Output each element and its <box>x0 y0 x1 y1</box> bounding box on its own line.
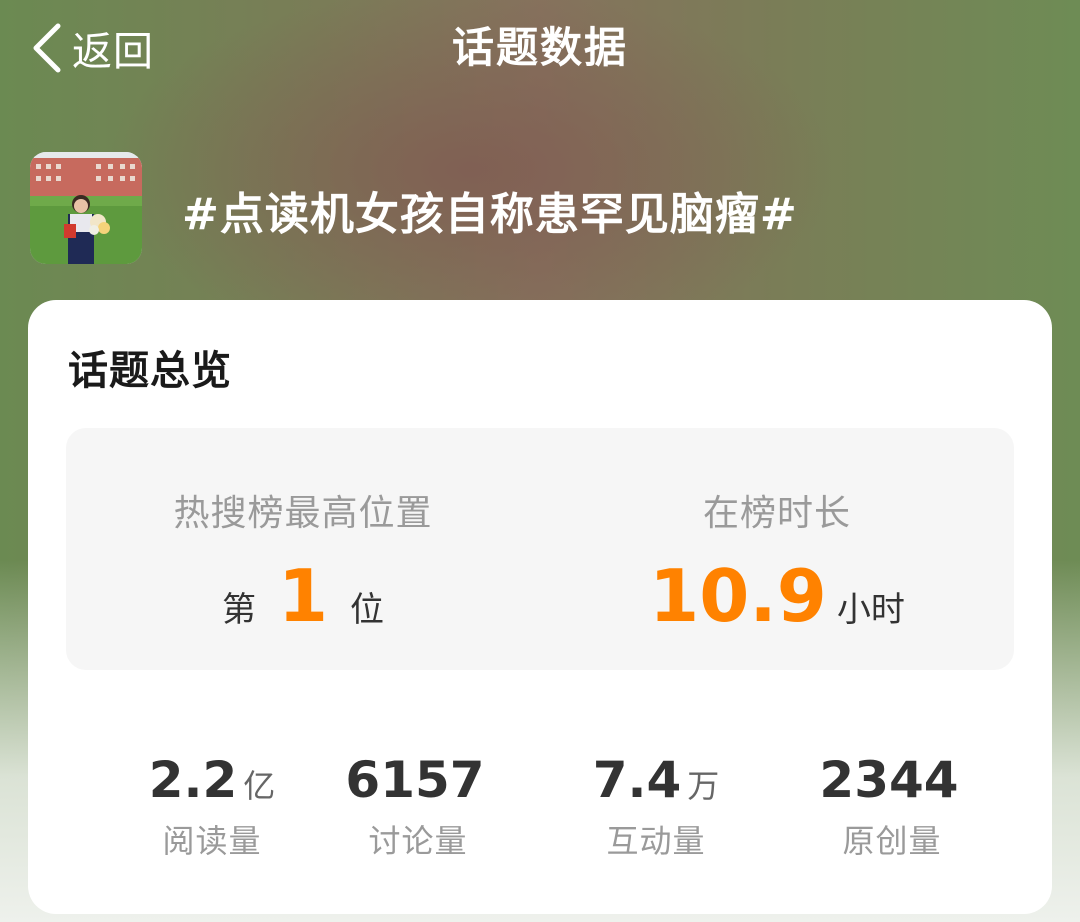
duration-value-row: 10.9 小时 <box>540 556 1014 636</box>
page-title: 话题数据 <box>451 23 628 72</box>
overview-heading: 话题总览 <box>68 348 232 394</box>
overview-card: 话题总览 热搜榜最高位置 第 1 位 在榜时长 10.9 小时 2.2 亿 阅读… <box>28 300 1052 914</box>
stat-interactions-value: 7.4 <box>592 751 682 809</box>
stat-discussions-value: 6157 <box>345 751 485 809</box>
top-position-suffix: 位 <box>350 590 385 630</box>
stat-interactions-unit: 万 <box>687 767 720 805</box>
stat-interactions-label: 互动量 <box>606 822 706 860</box>
stat-reads-value-row: 2.2 亿 <box>92 748 332 812</box>
topic-data-screen: 返回 话题数据 #点读机女孩自称患罕见脑瘤# 话题总览 热搜榜最高位置 第 1 … <box>0 0 1080 922</box>
duration-block: 在榜时长 10.9 小时 <box>540 428 1014 670</box>
topic-photo-icon <box>30 152 142 264</box>
stat-discussions: 6157 讨论量 <box>298 748 538 862</box>
duration-unit: 小时 <box>836 590 905 630</box>
back-label: 返回 <box>72 29 154 75</box>
topic-title: #点读机女孩自称患罕见脑瘤# <box>182 189 798 240</box>
duration-value: 10.9 <box>649 554 827 638</box>
top-position-block: 热搜榜最高位置 第 1 位 <box>66 428 540 670</box>
stat-originals-value: 2344 <box>819 751 959 809</box>
stat-reads: 2.2 亿 阅读量 <box>92 748 332 862</box>
stat-originals: 2344 原创量 <box>772 748 1012 862</box>
top-position-prefix: 第 <box>221 590 256 630</box>
stat-reads-label: 阅读量 <box>162 822 262 860</box>
duration-label: 在榜时长 <box>702 493 851 534</box>
chevron-left-icon <box>33 23 61 73</box>
topic-thumbnail <box>30 152 142 264</box>
stat-reads-unit: 亿 <box>243 767 276 805</box>
stat-reads-value: 2.2 <box>148 751 238 809</box>
stat-interactions: 7.4 万 互动量 <box>536 748 776 862</box>
stat-discussions-value-row: 6157 <box>298 748 538 812</box>
stats-row: 2.2 亿 阅读量 6157 讨论量 7.4 万 互动量 2344 原创量 <box>28 748 1052 868</box>
back-button[interactable]: 返回 <box>30 20 154 76</box>
stat-discussions-label: 讨论量 <box>368 822 468 860</box>
stat-originals-label: 原创量 <box>842 822 942 860</box>
stat-originals-value-row: 2344 <box>772 748 1012 812</box>
top-position-value: 1 <box>277 554 329 638</box>
ranking-summary-panel: 热搜榜最高位置 第 1 位 在榜时长 10.9 小时 <box>66 428 1014 670</box>
top-position-value-row: 第 1 位 <box>66 556 540 636</box>
top-position-label: 热搜榜最高位置 <box>173 493 433 534</box>
stat-interactions-value-row: 7.4 万 <box>536 748 776 812</box>
